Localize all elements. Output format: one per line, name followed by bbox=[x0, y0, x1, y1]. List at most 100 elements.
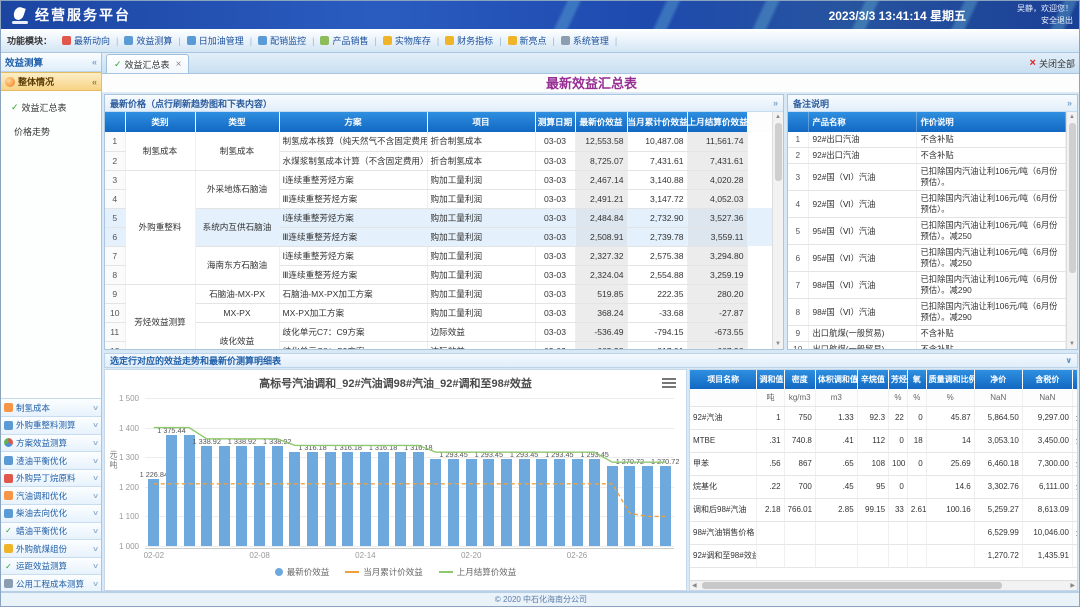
legend-item[interactable]: 当月累计价效益 bbox=[345, 566, 423, 578]
price-row[interactable]: 7海南东方石脑油Ⅰ连续重整芳烃方案购加工量利润03-032,327.322,57… bbox=[105, 246, 772, 265]
accordion-5[interactable]: 外购异丁烷原料∨ bbox=[1, 470, 101, 488]
price-row[interactable]: 11歧化效益歧化单元C7：C9方案边际效益03-03-536.49-794.15… bbox=[105, 322, 772, 341]
y-tick-label: 1 100 bbox=[111, 512, 139, 521]
detail-cell bbox=[815, 544, 857, 567]
price-panel-collapse-icon[interactable]: » bbox=[773, 98, 778, 108]
detail-cell: 7,300.00 bbox=[1022, 452, 1072, 475]
price-row[interactable]: 5系统内互供石脑油Ⅰ连续重整芳烃方案购加工量利润03-032,484.842,7… bbox=[105, 208, 772, 227]
menu-item-3[interactable]: 日加油管理 bbox=[183, 34, 248, 47]
accordion-10[interactable]: ✓运距效益测算∨ bbox=[1, 558, 101, 576]
legend-item[interactable]: 最新价效益 bbox=[275, 566, 330, 578]
row-number: 5 bbox=[105, 208, 125, 227]
accordion-7[interactable]: 柴油去向优化∨ bbox=[1, 505, 101, 523]
detail-cell: 2.61 bbox=[907, 498, 926, 521]
col-header: 净价 bbox=[974, 370, 1022, 389]
notes-table-scrollbar[interactable]: ▲▼ bbox=[1066, 112, 1077, 349]
menu-item-2[interactable]: 效益测算 bbox=[120, 34, 176, 47]
row-number: 2 bbox=[788, 148, 808, 164]
price-row[interactable]: 10MX-PXMX-PX加工方案购加工量利润03-03368.24-33.68-… bbox=[105, 303, 772, 322]
legend-item[interactable]: 上月结算价效益 bbox=[439, 566, 517, 578]
detail-cell: 0 bbox=[907, 452, 926, 475]
close-all-button[interactable]: × 关闭全部 bbox=[1030, 57, 1075, 70]
accordion-2[interactable]: 外购重整料测算∨ bbox=[1, 417, 101, 435]
note-row[interactable]: 392#国（Ⅵ）汽油已扣除国内汽油让利106元/吨（6月份预估）。 bbox=[788, 164, 1066, 191]
detail-cell: 95 bbox=[857, 475, 888, 498]
logout-link[interactable]: 安全退出 bbox=[1041, 16, 1073, 25]
col-header: 上月结算价效益 bbox=[687, 112, 747, 132]
unit-cell: NaN bbox=[1022, 389, 1072, 406]
notes-panel-collapse-icon[interactable]: » bbox=[1067, 98, 1072, 108]
note-row[interactable]: 798#国（Ⅵ）汽油已扣除国内汽油让利106元/吨（6月份预估）。减290 bbox=[788, 272, 1066, 299]
detail-cell bbox=[784, 544, 815, 567]
detail-cell: .31 bbox=[757, 429, 784, 452]
collapse-left-icon[interactable]: « bbox=[92, 57, 97, 67]
menu-item-8[interactable]: 新亮点 bbox=[504, 34, 551, 47]
accordion-4[interactable]: 渣油平衡优化∨ bbox=[1, 452, 101, 470]
unit-cell: 吨 bbox=[757, 389, 784, 406]
detail-cell: 92#汽油 bbox=[690, 406, 757, 429]
sidebar-title[interactable]: 效益测算 « bbox=[1, 53, 101, 72]
col-header: 氧 bbox=[907, 370, 926, 389]
menu-item-label: 日加油管理 bbox=[199, 34, 244, 47]
cell-lastmonth-benefit: 3,559.11 bbox=[687, 227, 747, 246]
note-row[interactable]: 10出口航煤(一般贸易)不含补贴 bbox=[788, 342, 1066, 350]
menu-item-6[interactable]: 实物库存 bbox=[379, 34, 435, 47]
menu-item-label: 最新动向 bbox=[74, 34, 110, 47]
tab-close-icon[interactable]: × bbox=[176, 59, 182, 70]
note-row[interactable]: 898#国（Ⅵ）汽油已扣除国内汽油让利106元/吨（6月份预估）。减290 bbox=[788, 299, 1066, 326]
detail-cell bbox=[1072, 498, 1077, 521]
accordion-9[interactable]: 外购航煤组份∨ bbox=[1, 540, 101, 558]
cell-product: 98#国（Ⅵ）汽油 bbox=[808, 272, 916, 299]
detail-cell: 766.01 bbox=[784, 498, 815, 521]
cell-plan: Ⅲ连续重整芳烃方案 bbox=[279, 265, 427, 284]
trend-section-collapse-icon[interactable]: ∨ bbox=[1066, 356, 1073, 365]
menu-item-5[interactable]: 产品销售 bbox=[316, 34, 372, 47]
note-row[interactable]: 695#国（Ⅵ）汽油已扣除国内汽油让利106元/吨（6月份预估）。减250 bbox=[788, 245, 1066, 272]
chart-menu-icon[interactable] bbox=[662, 376, 676, 390]
detail-cell bbox=[857, 544, 888, 567]
sidebar: 效益测算 « 整体情况 « ✓效益汇总表价格走势 制氢成本∨外购重整料测算∨方案… bbox=[1, 53, 102, 593]
price-table-scrollbar[interactable]: ▲▼ bbox=[772, 112, 783, 349]
cell-note: 已扣除国内汽油让利106元/吨（6月份预估）。 bbox=[916, 164, 1066, 191]
menu-item-4[interactable]: 配销监控 bbox=[254, 34, 310, 47]
row-number: 3 bbox=[105, 170, 125, 189]
accordion-3[interactable]: 方案效益测算∨ bbox=[1, 435, 101, 453]
note-row[interactable]: 192#出口汽油不含补贴 bbox=[788, 132, 1066, 148]
detail-cell: 0 bbox=[907, 406, 926, 429]
cell-month-benefit: 10,487.08 bbox=[627, 132, 687, 151]
price-row[interactable]: 3外购重整料外采地炼石脑油Ⅰ连续重整芳烃方案购加工量利润03-032,467.1… bbox=[105, 170, 772, 189]
chart-plot-area[interactable]: 1 226.841 375.441 338.921 338.921 338.92… bbox=[145, 398, 674, 546]
row-number: 4 bbox=[788, 191, 808, 218]
cell-month-benefit: -794.15 bbox=[627, 322, 687, 341]
detail-cell: 25.69 bbox=[926, 452, 974, 475]
sidebar-group-overview[interactable]: 整体情况 « bbox=[1, 72, 101, 91]
menu-item-1[interactable]: 最新动向 bbox=[58, 34, 114, 47]
note-row[interactable]: 292#出口汽油不含补贴 bbox=[788, 148, 1066, 164]
menu-item-7[interactable]: 财务指标 bbox=[441, 34, 497, 47]
unit-cell bbox=[1072, 389, 1077, 406]
detail-horizontal-scrollbar[interactable]: ◀▶ bbox=[690, 580, 1077, 590]
burst-icon bbox=[4, 491, 13, 500]
accordion-1[interactable]: 制氢成本∨ bbox=[1, 399, 101, 417]
note-row[interactable]: 9出口航煤(一般贸易)不含补贴 bbox=[788, 326, 1066, 342]
detail-row: 92#汽油17501.3392.322045.875,864.509,297.0… bbox=[690, 406, 1077, 429]
cell-note: 不含补贴 bbox=[916, 326, 1066, 342]
note-row[interactable]: 492#国（Ⅵ）汽油已扣除国内汽油让利106元/吨（6月份预估）。 bbox=[788, 191, 1066, 218]
detail-cell: 92#调和至98#效益 bbox=[690, 544, 757, 567]
tab-benefit-summary[interactable]: ✓ 效益汇总表 × bbox=[106, 54, 189, 73]
accordion-8[interactable]: ✓蜡油平衡优化∨ bbox=[1, 523, 101, 541]
note-row[interactable]: 595#国（Ⅵ）汽油已扣除国内汽油让利106元/吨（6月份预估）。减250 bbox=[788, 218, 1066, 245]
cell-type: 系统内互供石脑油 bbox=[195, 208, 279, 246]
cell-plan: 水煤浆制氢成本计算（不含固定费用） bbox=[279, 151, 427, 170]
price-row[interactable]: 1制氢成本制氢成本制氢成本核算（纯天然气不含固定费用）折合制氢成本03-0312… bbox=[105, 132, 772, 151]
accordion-6[interactable]: 汽油调和优化∨ bbox=[1, 487, 101, 505]
group-collapse-icon[interactable]: « bbox=[92, 77, 97, 87]
sidebar-item-2[interactable]: 价格走势 bbox=[11, 125, 95, 138]
cell-latest-benefit: 8,725.07 bbox=[575, 151, 627, 170]
menu-item-9[interactable]: 系统管理 bbox=[557, 34, 613, 47]
sidebar-item-1[interactable]: ✓效益汇总表 bbox=[11, 101, 95, 114]
cell-note: 已扣除国内汽油让利106元/吨（6月份预估）。减250 bbox=[916, 218, 1066, 245]
unit-cell bbox=[690, 389, 757, 406]
cell-note: 不含补贴 bbox=[916, 342, 1066, 350]
price-row[interactable]: 9芳烃效益测算石脑油-MX-PX石脑油-MX-PX加工方案购加工量利润03-03… bbox=[105, 284, 772, 303]
